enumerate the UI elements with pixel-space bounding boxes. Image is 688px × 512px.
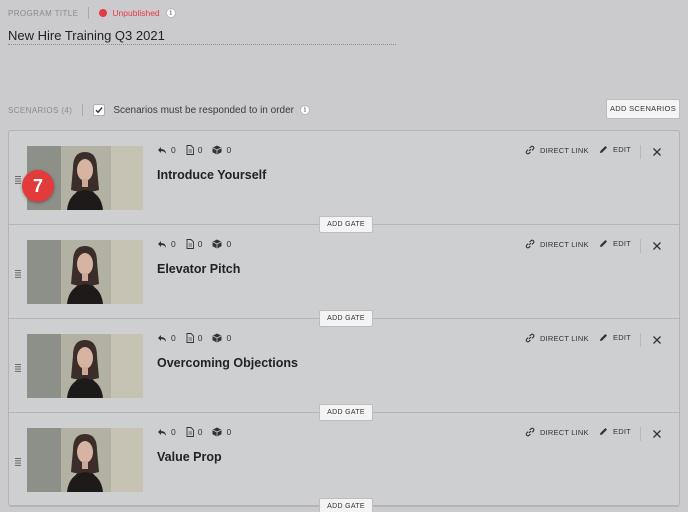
scenario-title[interactable]: Overcoming Objections — [157, 356, 298, 370]
scenario-title[interactable]: Elevator Pitch — [157, 262, 240, 276]
scenarios-count-label: SCENARIOS (4) — [8, 105, 73, 115]
pencil-icon — [600, 334, 607, 341]
check-icon — [95, 107, 103, 114]
program-editor: PROGRAM TITLE Unpublished i New Hire Tra… — [0, 0, 688, 512]
program-header: PROGRAM TITLE Unpublished i — [8, 7, 176, 19]
action-divider — [640, 145, 641, 159]
direct-link-label: DIRECT LINK — [540, 333, 589, 343]
program-title-input[interactable]: New Hire Training Q3 2021 — [8, 27, 396, 45]
direct-link-label: DIRECT LINK — [540, 427, 589, 437]
pencil-icon — [600, 428, 607, 435]
scenarios-bar: SCENARIOS (4) Scenarios must be responde… — [8, 104, 310, 116]
pencil-icon — [600, 240, 607, 247]
close-icon[interactable] — [652, 429, 662, 439]
edit-label: EDIT — [613, 239, 631, 248]
status-dot-icon — [99, 9, 108, 17]
header-divider — [88, 7, 90, 19]
link-icon — [525, 239, 535, 249]
program-title-label: PROGRAM TITLE — [8, 8, 79, 18]
scenario-actions: DIRECT LINK EDIT — [9, 333, 679, 347]
close-icon[interactable] — [652, 147, 662, 157]
link-icon — [525, 333, 535, 343]
status-text: Unpublished — [112, 8, 160, 18]
scenario-card: 0 0 0 Introduce Yourself DIRECT LINK EDI… — [9, 131, 679, 233]
action-divider — [640, 333, 641, 347]
scenario-title[interactable]: Introduce Yourself — [157, 168, 266, 182]
link-icon — [525, 145, 535, 155]
direct-link-button[interactable]: DIRECT LINK — [525, 145, 589, 155]
direct-link-label: DIRECT LINK — [540, 145, 589, 155]
edit-label: EDIT — [613, 427, 631, 436]
scenario-card: 0 0 0 Elevator Pitch DIRECT LINK EDIT AD… — [9, 225, 679, 327]
scenario-card: 0 0 0 Overcoming Objections DIRECT LINK … — [9, 319, 679, 421]
edit-button[interactable]: EDIT — [599, 333, 631, 342]
scenario-actions: DIRECT LINK EDIT — [9, 145, 679, 159]
close-icon[interactable] — [652, 335, 662, 345]
order-checkbox[interactable] — [93, 104, 106, 116]
scenario-list: 0 0 0 Introduce Yourself DIRECT LINK EDI… — [8, 130, 680, 512]
pencil-icon — [600, 146, 607, 153]
action-divider — [640, 427, 641, 441]
drag-handle-icon[interactable] — [15, 458, 21, 466]
info-icon[interactable]: i — [300, 105, 310, 115]
program-title-value: New Hire Training Q3 2021 — [8, 28, 165, 43]
scenarios-divider — [82, 104, 84, 116]
scenario-actions: DIRECT LINK EDIT — [9, 239, 679, 253]
edit-button[interactable]: EDIT — [599, 239, 631, 248]
drag-handle-icon[interactable] — [15, 270, 21, 278]
add-gate-button[interactable]: ADD GATE — [319, 498, 373, 512]
add-scenarios-button[interactable]: ADD SCENARIOS — [606, 99, 680, 119]
edit-button[interactable]: EDIT — [599, 427, 631, 436]
step-badge: 7 — [22, 170, 54, 202]
scenario-actions: DIRECT LINK EDIT — [9, 427, 679, 441]
add-gate-button[interactable]: ADD GATE — [319, 310, 373, 327]
edit-label: EDIT — [613, 333, 631, 342]
info-icon[interactable]: i — [165, 8, 176, 18]
scenario-card: 0 0 0 Value Prop DIRECT LINK EDIT ADD GA… — [9, 413, 679, 512]
add-gate-button[interactable]: ADD GATE — [319, 216, 373, 233]
direct-link-button[interactable]: DIRECT LINK — [525, 427, 589, 437]
direct-link-label: DIRECT LINK — [540, 239, 589, 249]
close-icon[interactable] — [652, 241, 662, 251]
direct-link-button[interactable]: DIRECT LINK — [525, 239, 589, 249]
drag-handle-icon[interactable] — [15, 364, 21, 372]
direct-link-button[interactable]: DIRECT LINK — [525, 333, 589, 343]
link-icon — [525, 427, 535, 437]
scenario-title[interactable]: Value Prop — [157, 450, 222, 464]
drag-handle-icon[interactable] — [15, 176, 21, 184]
add-gate-button[interactable]: ADD GATE — [319, 404, 373, 421]
order-checkbox-label: Scenarios must be responded to in order — [113, 104, 294, 116]
action-divider — [640, 239, 641, 253]
edit-label: EDIT — [613, 145, 631, 154]
edit-button[interactable]: EDIT — [599, 145, 631, 154]
